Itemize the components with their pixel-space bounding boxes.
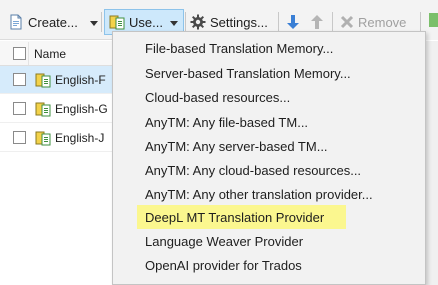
new-document-icon (8, 14, 24, 30)
use-button-label: Use... (129, 14, 163, 30)
column-divider (28, 42, 29, 65)
menu-item-language-weaver[interactable]: Language Weaver Provider (113, 229, 425, 254)
row-checkbox[interactable] (13, 73, 26, 86)
caret-down-icon (90, 15, 98, 29)
menu-item-deepl-provider[interactable]: DeepL MT Translation Provider (113, 205, 425, 230)
menu-item-label: AnyTM: Any file-based TM... (145, 115, 309, 130)
translation-memory-icon (35, 130, 51, 149)
menu-item-cloud-based-resources[interactable]: Cloud-based resources... (113, 85, 425, 110)
remove-button-label: Remove (358, 14, 407, 30)
translation-memory-icon (35, 101, 51, 120)
side-panel-edge (425, 41, 438, 285)
create-button-label: Create... (28, 14, 78, 30)
create-button[interactable]: Create... (8, 9, 78, 35)
menu-item-label: DeepL MT Translation Provider (145, 210, 325, 225)
use-dropdown-menu: File-based Translation Memory... Server-… (112, 31, 426, 285)
toolbar-separator (332, 12, 333, 32)
translation-memory-icon (109, 14, 125, 30)
menu-item-label: AnyTM: Any cloud-based resources... (145, 163, 362, 178)
menu-item-server-based-tm[interactable]: Server-based Translation Memory... (113, 61, 425, 86)
select-all-checkbox[interactable] (13, 47, 26, 60)
row-label: English-F (55, 73, 106, 87)
menu-item-label: OpenAI provider for Trados (145, 258, 302, 273)
settings-button-label: Settings... (210, 14, 268, 30)
toolbar-overflow (425, 0, 438, 40)
menu-item-openai-provider[interactable]: OpenAI provider for Trados (113, 253, 425, 278)
menu-item-anytm-file-based[interactable]: AnyTM: Any file-based TM... (113, 110, 425, 135)
create-dropdown-button[interactable] (88, 9, 100, 35)
toolbar-separator (101, 12, 102, 32)
menu-item-label: Cloud-based resources... (145, 90, 291, 105)
arrow-down-icon (286, 14, 300, 30)
menu-item-label: AnyTM: Any server-based TM... (145, 139, 328, 154)
menu-item-label: Language Weaver Provider (145, 234, 304, 249)
gear-icon (190, 14, 206, 30)
toolbar-separator (185, 12, 186, 32)
remove-x-icon (340, 15, 354, 29)
toolbar-separator (420, 12, 421, 32)
menu-item-anytm-server-based[interactable]: AnyTM: Any server-based TM... (113, 134, 425, 159)
menu-item-anytm-other-provider[interactable]: AnyTM: Any other translation provider... (113, 182, 425, 207)
row-label: English-J (55, 131, 105, 145)
row-checkbox[interactable] (13, 131, 26, 144)
toolbar-separator (278, 12, 279, 32)
menu-item-label: AnyTM: Any other translation provider... (145, 187, 373, 202)
translation-memory-icon (35, 72, 51, 91)
arrow-up-icon (310, 14, 324, 30)
menu-item-file-based-tm[interactable]: File-based Translation Memory... (113, 36, 425, 61)
menu-item-label: File-based Translation Memory... (145, 41, 334, 56)
caret-down-icon (170, 15, 178, 29)
row-checkbox[interactable] (13, 102, 26, 115)
menu-item-label: Server-based Translation Memory... (145, 66, 351, 81)
column-header-name[interactable]: Name (34, 47, 66, 61)
menu-item-anytm-cloud-based[interactable]: AnyTM: Any cloud-based resources... (113, 158, 425, 183)
row-label: English-G (55, 102, 108, 116)
